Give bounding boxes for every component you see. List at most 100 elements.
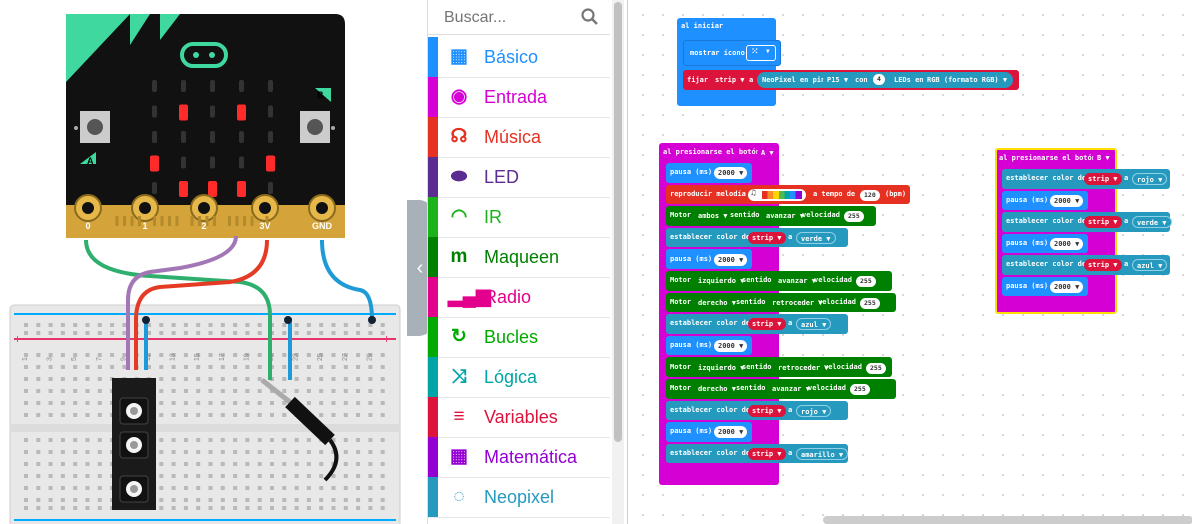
toolbox-category-5[interactable]: m Maqueen [428,237,610,278]
strip-variable-dropdown[interactable]: strip ▼ [748,232,786,245]
pause-value-dropdown[interactable]: 2000 ▼ [1050,237,1084,250]
color-block[interactable]: establecer color de strip ▼ a amarillo ▼ [666,443,849,464]
color-block[interactable]: establecer color de strip ▼ a azul ▼ [1002,255,1170,275]
melody-block[interactable]: reproducir melodía ♫ a tempo de 120 (bpm) [666,184,910,205]
breadboard-hole [24,450,28,454]
pause-block[interactable]: pausa (ms) 2000 ▼ [666,249,752,269]
motor-dropdown[interactable]: derecho ▼ [694,296,740,309]
breadboard-hole [282,474,287,478]
calculator-icon: ▦ [450,446,468,467]
button-b-dropdown[interactable]: B ▼ [1093,152,1114,164]
pause-value-dropdown[interactable]: 2000 ▼ [714,426,748,439]
blocks-workspace[interactable]: al iniciar mostrar ícono ⁙ ▼ fijar strip… [627,0,1192,524]
toolbox-category-0[interactable]: ▦ Básico [428,37,610,78]
strip-variable-dropdown[interactable]: strip ▼ [1084,173,1122,186]
strip-variable-dropdown[interactable]: strip ▼ [1084,216,1122,229]
strip-variable-dropdown[interactable]: strip ▼ [711,74,749,86]
pause-value-dropdown[interactable]: 2000 ▼ [714,253,748,266]
led-pixel [210,105,215,118]
breadboard-hole [319,323,324,327]
toolbox-category-6[interactable]: ▂▄▆ Radio [428,277,610,318]
pause-block[interactable]: pausa (ms) 2000 ▼ [1002,190,1088,210]
icon-picker[interactable]: ⁙ ▼ [746,45,776,61]
color-block[interactable]: establecer color de strip ▼ a rojo ▼ [1002,169,1170,189]
strip-variable-dropdown[interactable]: strip ▼ [748,448,786,461]
toolbox-category-4[interactable]: ◠ IR [428,197,610,238]
motor-block[interactable]: Motor izquierdo ▼ sentido avanzar ▼ velocida… [666,271,892,291]
motor-block[interactable]: Motor izquierdo ▼ sentido retroceder ▼ veloc… [666,357,892,377]
breadboard-hole [233,323,238,327]
breadboard-hole [183,365,188,369]
color-block[interactable]: establecer color de strip ▼ a verde ▼ [1002,212,1172,232]
mode-dropdown[interactable]: RGB (formato RGB) ▼ [923,74,1012,86]
color-dropdown[interactable]: amarillo ▼ [796,448,849,461]
pause-block[interactable]: pausa (ms) 2000 ▼ [1002,233,1088,253]
motor-block[interactable]: Motor ambos ▼ sentido avanzar ▼ velocidad 255 [666,206,876,226]
pause-value-dropdown[interactable]: 2000 ▼ [714,167,748,180]
toolbox-category-2[interactable]: ☊ Música [428,117,610,158]
color-block[interactable]: establecer color de strip ▼ a rojo ▼ [666,400,848,421]
color-block[interactable]: establecer color de strip ▼ a azul ▼ [666,314,848,334]
toolbox-category-8[interactable]: ⤨ Lógica [428,357,610,398]
search-icon[interactable] [580,7,600,27]
breadboard-hole [97,450,102,454]
pause-value-dropdown[interactable]: 2000 ▼ [1050,194,1084,207]
motor-dropdown[interactable]: ambos ▼ [694,210,732,223]
led-pixel [268,80,273,92]
motor-block[interactable]: Motor derecho ▼ sentido retroceder ▼ velocid… [666,292,896,313]
pause-block[interactable]: pausa (ms) 2000 ▼ [666,422,752,442]
toolbox-scroll-thumb[interactable] [614,2,622,442]
speed-input[interactable]: 255 [856,276,876,288]
speed-input[interactable]: 255 [850,384,870,396]
motor-dropdown[interactable]: derecho ▼ [694,383,740,396]
toolbox-category-7[interactable]: ↻ Bucles [428,317,610,358]
breadboard-hole [380,450,385,454]
speed-input[interactable]: 255 [860,297,880,309]
breadboard-hole [97,498,102,502]
strip-variable-dropdown[interactable]: strip ▼ [1084,259,1122,272]
speed-input[interactable]: 255 [844,211,864,223]
led-pixel [268,182,273,194]
toolbox-category-1[interactable]: ◉ Entrada [428,77,610,118]
melody-editor[interactable]: ♫ [748,188,806,201]
motor-dropdown[interactable]: izquierdo ▼ [694,275,749,288]
toolbox-category-3[interactable]: ⬬ LED [428,157,610,198]
category-label: IR [484,207,502,227]
speed-input[interactable]: 255 [866,362,886,374]
toolbox-category-9[interactable]: ≡ Variables [428,397,610,438]
strip-variable-dropdown[interactable]: strip ▼ [748,404,786,417]
motor-dropdown[interactable]: izquierdo ▼ [694,361,749,374]
pause-value-dropdown[interactable]: 2000 ▼ [1050,280,1084,293]
breadboard-hole [343,389,348,393]
pause-value-dropdown[interactable]: 2000 ▼ [714,340,748,353]
color-dropdown[interactable]: rojo ▼ [1132,173,1168,186]
pause-block[interactable]: pausa (ms) 2000 ▼ [666,163,752,183]
breadboard-hole [183,462,188,466]
pause-block[interactable]: pausa (ms) 2000 ▼ [666,335,752,356]
search-input[interactable] [442,6,576,30]
show-icon-block[interactable]: mostrar ícono ⁙ ▼ [683,40,781,66]
strip-variable-dropdown[interactable]: strip ▼ [748,318,786,331]
pin-2-label: 2 [201,221,206,231]
color-dropdown[interactable]: verde ▼ [796,232,836,245]
pause-block[interactable]: pausa (ms) 2000 ▼ [1002,276,1088,296]
tempo-input[interactable]: 120 [860,189,880,201]
set-strip-block[interactable]: fijar strip ▼ a NeoPixel en pin P15 ▼ co… [683,70,1019,90]
pin-dropdown[interactable]: P15 ▼ [823,74,853,86]
color-dropdown[interactable]: rojo ▼ [796,404,832,417]
color-dropdown[interactable]: azul ▼ [796,318,832,331]
breadboard-hole [159,331,164,335]
button-a-dropdown[interactable]: A ▼ [757,147,778,159]
svg-text:+: + [14,332,21,346]
breadboard-hole [306,474,311,478]
led-count-input[interactable]: 4 [873,74,885,85]
neopixel-create-block[interactable]: NeoPixel en pin P15 ▼ con 4 LEDs en RGB … [757,72,1013,88]
color-block[interactable]: establecer color de strip ▼ a verde ▼ [666,227,848,248]
color-dropdown[interactable]: verde ▼ [1132,216,1172,229]
toolbox-category-10[interactable]: ▦ Matemática [428,437,610,478]
toolbox-category-11[interactable]: ◌ Neopixel [428,477,610,518]
workspace-hscroll[interactable] [823,516,1192,524]
color-dropdown[interactable]: azul ▼ [1132,259,1168,272]
motor-block[interactable]: Motor derecho ▼ sentido avanzar ▼ velocidad 2… [666,379,896,399]
breadboard-hole [171,462,176,466]
